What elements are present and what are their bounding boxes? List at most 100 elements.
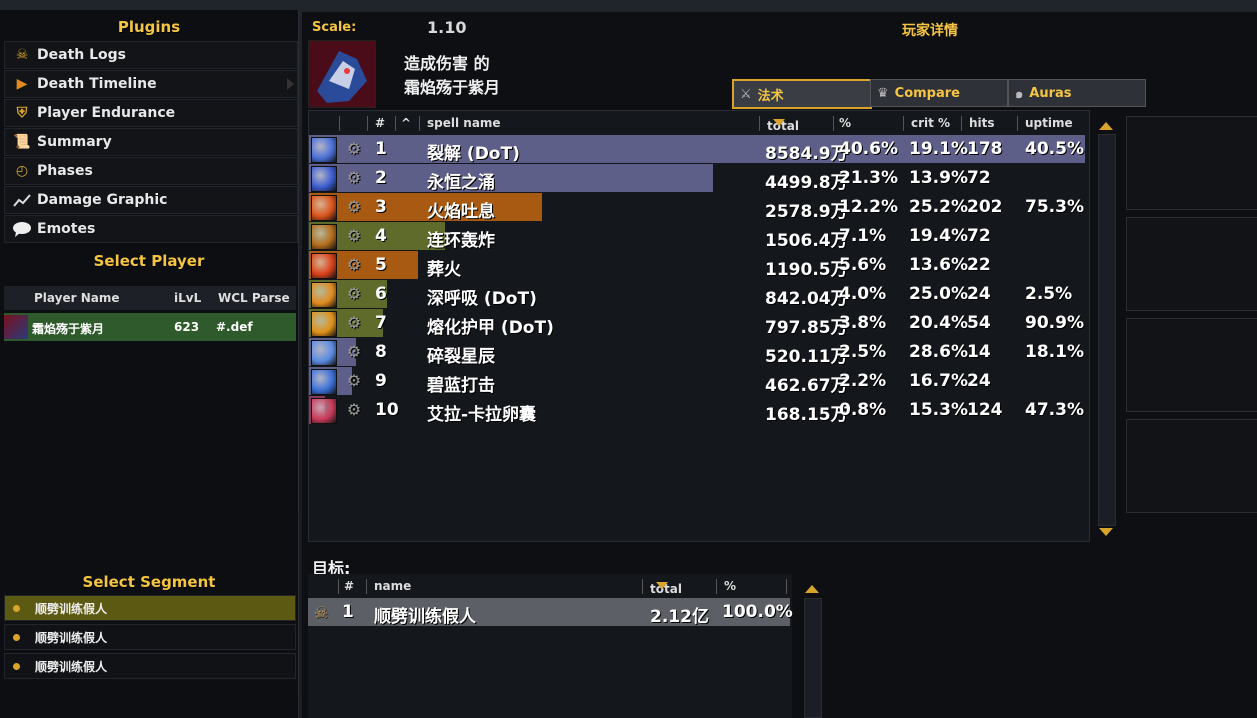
- spell-row[interactable]: ⚙ 5 葬火 1190.5万 5.6% 13.6% 22: [309, 251, 1085, 280]
- spell-row[interactable]: ⚙ 2 永恒之涌 4499.8万 21.3% 13.9% 72: [309, 164, 1085, 193]
- tab-label: Auras: [1029, 85, 1072, 101]
- player-row[interactable]: 霜焰殇于紫月 623 #.def: [4, 313, 296, 341]
- target-table-header: # name total %: [308, 576, 792, 596]
- plugin-damage-graphic[interactable]: Damage Graphic: [4, 186, 298, 214]
- spell-pct: 2.2%: [839, 371, 887, 391]
- spell-num: 6: [375, 284, 387, 304]
- spell-num: 2: [375, 168, 387, 188]
- spell-name: 连环轰炸: [427, 231, 495, 251]
- segment-item[interactable]: 顺劈训练假人: [4, 653, 296, 679]
- tab-spells[interactable]: ⚔ 法术: [732, 79, 872, 109]
- col-ilvl[interactable]: iLvL: [174, 291, 201, 305]
- spell-row[interactable]: ⚙ 10 艾拉-卡拉卵囊 168.15万 0.8% 15.3% 124 47.3%: [309, 396, 1085, 425]
- plugin-label: Phases: [37, 163, 93, 179]
- col-target-name[interactable]: name: [374, 579, 411, 593]
- segment-label: 顺劈训练假人: [35, 660, 108, 674]
- segment-dot-icon: [13, 605, 20, 612]
- segment-label: 顺劈训练假人: [35, 602, 108, 616]
- col-target-pct[interactable]: %: [724, 579, 736, 593]
- tab-compare[interactable]: ♛ Compare: [870, 79, 1008, 107]
- segment-label: 顺劈训练假人: [35, 631, 108, 645]
- spell-icon: [311, 253, 337, 279]
- spell-num: 1: [375, 139, 387, 159]
- player-avatar: [308, 40, 376, 108]
- spell-uptime: 40.5%: [1025, 139, 1084, 159]
- tab-auras[interactable]: ๑ Auras: [1008, 79, 1146, 107]
- target-scrollbar[interactable]: [804, 598, 822, 718]
- spell-icon: [311, 137, 337, 163]
- spell-pct: 12.2%: [839, 197, 898, 217]
- skull-crossbones-icon: ☠: [15, 47, 29, 63]
- spell-row[interactable]: ⚙ 3 火焰吐息 2578.9万 12.2% 25.2% 202 75.3%: [309, 193, 1085, 222]
- col-wcl-parse[interactable]: WCL Parse: [218, 291, 290, 305]
- col-crit[interactable]: crit %: [911, 116, 950, 130]
- col-num[interactable]: #: [375, 116, 385, 130]
- target-scroll-up-button[interactable]: [805, 585, 819, 593]
- spell-icon: [311, 398, 337, 424]
- plugin-death-logs[interactable]: ☠ Death Logs: [4, 41, 298, 69]
- spell-row[interactable]: ⚙ 9 碧蓝打击 462.67万 2.2% 16.7% 24: [309, 367, 1085, 396]
- segment-item[interactable]: 顺劈训练假人: [4, 595, 296, 621]
- col-spell-name[interactable]: spell name: [427, 116, 501, 130]
- plugin-label: Damage Graphic: [37, 192, 168, 208]
- scroll-down-button[interactable]: [1099, 528, 1113, 536]
- gear-icon[interactable]: ⚙: [345, 256, 363, 274]
- spell-num: 3: [375, 197, 387, 217]
- gear-icon[interactable]: ⚙: [345, 401, 363, 419]
- target-row[interactable]: ☠ 1 顺劈训练假人 2.12亿 100.0%: [308, 598, 793, 627]
- col-sort[interactable]: ^: [401, 116, 411, 130]
- plugin-emotes[interactable]: Emotes: [4, 215, 298, 243]
- gear-icon[interactable]: ⚙: [345, 198, 363, 216]
- plugins-title: Plugins: [117, 18, 181, 36]
- gear-icon[interactable]: ⚙: [345, 343, 363, 361]
- spell-hits: 24: [967, 371, 991, 391]
- spell-name: 碧蓝打击: [427, 376, 495, 396]
- spell-num: 8: [375, 342, 387, 362]
- gear-icon[interactable]: ⚙: [345, 285, 363, 303]
- spell-row[interactable]: ⚙ 1 裂解 (DoT) 8584.9万 40.6% 19.1% 178 40.5%: [309, 135, 1085, 164]
- plugins-panel: Plugins ☠ Death Logs ▶ Death Timeline ⛨ …: [0, 10, 299, 718]
- spell-row[interactable]: ⚙ 4 连环轰炸 1506.4万 7.1% 19.4% 72: [309, 222, 1085, 251]
- gear-icon[interactable]: ⚙: [345, 372, 363, 390]
- scale-value[interactable]: 1.10: [427, 18, 466, 37]
- col-pct[interactable]: %: [839, 116, 851, 130]
- spell-total: 1190.5万: [765, 260, 848, 280]
- target-name: 顺劈训练假人: [374, 607, 476, 627]
- spell-total: 842.04万: [765, 289, 848, 309]
- spell-scrollbar[interactable]: [1098, 134, 1116, 526]
- scroll-up-button[interactable]: [1099, 122, 1113, 130]
- spell-hits: 202: [967, 197, 1003, 217]
- spell-name: 碎裂星辰: [427, 347, 495, 367]
- col-target-num[interactable]: #: [344, 579, 354, 593]
- gear-icon[interactable]: ⚙: [345, 169, 363, 187]
- spell-row[interactable]: ⚙ 6 深呼吸 (DoT) 842.04万 4.0% 25.0% 24 2.5%: [309, 280, 1085, 309]
- scroll-icon: 📜: [13, 134, 31, 150]
- spell-crit: 15.3%: [909, 400, 968, 420]
- spell-uptime: 2.5%: [1025, 284, 1073, 304]
- tab-label: 法术: [757, 88, 784, 104]
- gear-icon[interactable]: ⚙: [345, 314, 363, 332]
- plugin-label: Death Timeline: [37, 76, 157, 92]
- spell-row[interactable]: ⚙ 7 熔化护甲 (DoT) 797.85万 3.8% 20.4% 54 90.9%: [309, 309, 1085, 338]
- plugin-summary[interactable]: 📜 Summary: [4, 128, 298, 156]
- gear-icon[interactable]: ⚙: [345, 227, 363, 245]
- spell-name: 熔化护甲 (DoT): [427, 318, 554, 338]
- spell-uptime: 18.1%: [1025, 342, 1084, 362]
- spell-num: 5: [375, 255, 387, 275]
- spell-crit: 13.9%: [909, 168, 968, 188]
- spell-name: 艾拉-卡拉卵囊: [427, 405, 537, 425]
- gear-icon[interactable]: ⚙: [345, 140, 363, 158]
- col-hits[interactable]: hits: [969, 116, 995, 130]
- col-uptime[interactable]: uptime: [1025, 116, 1073, 130]
- segment-item[interactable]: 顺劈训练假人: [4, 624, 296, 650]
- plugin-player-endurance[interactable]: ⛨ Player Endurance: [4, 99, 298, 127]
- spell-num: 9: [375, 371, 387, 391]
- details-title: 玩家详情: [902, 23, 958, 39]
- damage-player-name: 霜焰殇于紫月: [404, 78, 501, 97]
- player-wcl: #.def: [216, 320, 253, 334]
- plugin-phases[interactable]: ◴ Phases: [4, 157, 298, 185]
- spell-row[interactable]: ⚙ 8 碎裂星辰 520.11万 2.5% 28.6% 14 18.1%: [309, 338, 1085, 367]
- spell-name: 深呼吸 (DoT): [427, 289, 537, 309]
- col-player-name[interactable]: Player Name: [34, 291, 119, 305]
- plugin-death-timeline[interactable]: ▶ Death Timeline: [4, 70, 298, 98]
